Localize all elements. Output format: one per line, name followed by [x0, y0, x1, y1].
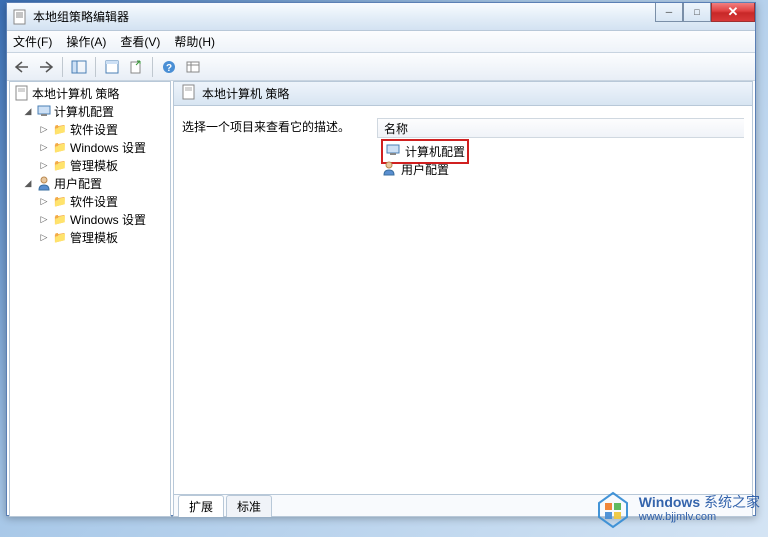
tree-admin-templates[interactable]: ▷ 📁 管理模板 [10, 156, 170, 174]
app-window: 本地组策略编辑器 ─ □ ✕ 文件(F) 操作(A) 查看(V) 帮助(H) ?… [6, 2, 756, 516]
watermark-line2: www.bjjmlv.com [639, 511, 760, 524]
forward-button[interactable] [35, 56, 57, 78]
show-hide-tree-button[interactable] [68, 56, 90, 78]
watermark-line1: Windows 系统之家 [639, 494, 760, 511]
expand-icon[interactable]: ▷ [38, 123, 50, 135]
toolbar: ? [7, 53, 755, 81]
folder-icon: 📁 [52, 157, 68, 173]
svg-text:?: ? [166, 63, 172, 74]
menu-help[interactable]: 帮助(H) [174, 33, 215, 50]
window-title: 本地组策略编辑器 [33, 8, 129, 25]
list-item-label: 计算机配置 [405, 143, 465, 160]
list-item-computer-config[interactable]: 计算机配置 [377, 142, 744, 160]
tab-standard[interactable]: 标准 [226, 495, 272, 517]
tree-computer-config[interactable]: ◢ 计算机配置 [10, 102, 170, 120]
watermark: Windows 系统之家 www.bjjmlv.com [593, 489, 760, 529]
tree-user-config[interactable]: ◢ 用户配置 [10, 174, 170, 192]
document-icon [182, 84, 196, 103]
tree-admin-templates-user[interactable]: ▷ 📁 管理模板 [10, 228, 170, 246]
help-button[interactable]: ? [158, 56, 180, 78]
folder-icon: 📁 [52, 193, 68, 209]
tree-label: 用户配置 [54, 175, 102, 192]
list-item-label: 用户配置 [401, 161, 449, 178]
folder-icon: 📁 [52, 139, 68, 155]
properties-button[interactable] [101, 56, 123, 78]
maximize-button[interactable]: □ [683, 3, 711, 22]
column-label: 名称 [384, 120, 408, 137]
details-header-title: 本地计算机 策略 [202, 85, 289, 102]
expand-icon[interactable]: ▷ [38, 141, 50, 153]
details-panel: 本地计算机 策略 选择一个项目来查看它的描述。 名称 计算机配置 [173, 81, 753, 517]
column-header-name[interactable]: 名称 [377, 118, 744, 138]
user-icon [381, 160, 397, 179]
tree-windows-settings[interactable]: ▷ 📁 Windows 设置 [10, 138, 170, 156]
toolbar-separator [95, 57, 96, 77]
tab-label: 标准 [237, 500, 261, 514]
menu-action[interactable]: 操作(A) [66, 33, 106, 50]
list-item-user-config[interactable]: 用户配置 [377, 160, 744, 178]
user-icon [36, 175, 52, 191]
description-pane: 选择一个项目来查看它的描述。 [182, 118, 377, 486]
titlebar: 本地组策略编辑器 ─ □ ✕ [7, 3, 755, 31]
export-button[interactable] [125, 56, 147, 78]
expand-icon[interactable]: ▷ [38, 213, 50, 225]
details-header: 本地计算机 策略 [174, 82, 752, 106]
collapse-icon[interactable]: ◢ [22, 105, 34, 117]
close-button[interactable]: ✕ [711, 3, 755, 22]
tree-panel[interactable]: 本地计算机 策略 ◢ 计算机配置 ▷ 📁 软件设置 ▷ 📁 Windows 设置 [9, 81, 171, 517]
watermark-text: Windows 系统之家 www.bjjmlv.com [639, 494, 760, 524]
tree-label: Windows 设置 [70, 211, 146, 228]
items-pane: 名称 计算机配置 用户配置 [377, 118, 744, 486]
folder-icon: 📁 [52, 229, 68, 245]
toolbar-separator [62, 57, 63, 77]
menu-file[interactable]: 文件(F) [13, 33, 52, 50]
tab-label: 扩展 [189, 500, 213, 514]
tree-root-item[interactable]: 本地计算机 策略 [10, 84, 170, 102]
computer-icon [385, 142, 401, 161]
tab-extended[interactable]: 扩展 [178, 495, 224, 517]
folder-icon: 📁 [52, 211, 68, 227]
details-body: 选择一个项目来查看它的描述。 名称 计算机配置 用户配置 [174, 106, 752, 494]
back-button[interactable] [11, 56, 33, 78]
tree-windows-settings-user[interactable]: ▷ 📁 Windows 设置 [10, 210, 170, 228]
computer-icon [36, 103, 52, 119]
tree-software-settings[interactable]: ▷ 📁 软件设置 [10, 120, 170, 138]
window-controls: ─ □ ✕ [655, 3, 755, 22]
tree-label: 管理模板 [70, 157, 118, 174]
expand-icon[interactable]: ▷ [38, 195, 50, 207]
collapse-icon[interactable]: ◢ [22, 177, 34, 189]
folder-icon: 📁 [52, 121, 68, 137]
expand-icon[interactable]: ▷ [38, 159, 50, 171]
tree-label: 软件设置 [70, 193, 118, 210]
tree-label: 本地计算机 策略 [32, 85, 119, 102]
tree-label: 管理模板 [70, 229, 118, 246]
app-icon [13, 9, 29, 25]
expand-icon[interactable]: ▷ [38, 231, 50, 243]
toolbar-separator [152, 57, 153, 77]
menu-view[interactable]: 查看(V) [120, 33, 160, 50]
document-icon [14, 85, 30, 101]
instruction-text: 选择一个项目来查看它的描述。 [182, 120, 350, 134]
tree-root-container: 本地计算机 策略 ◢ 计算机配置 ▷ 📁 软件设置 ▷ 📁 Windows 设置 [10, 82, 170, 248]
tree-label: 软件设置 [70, 121, 118, 138]
tree-label: Windows 设置 [70, 139, 146, 156]
minimize-button[interactable]: ─ [655, 3, 683, 22]
tree-software-settings-user[interactable]: ▷ 📁 软件设置 [10, 192, 170, 210]
content-area: 本地计算机 策略 ◢ 计算机配置 ▷ 📁 软件设置 ▷ 📁 Windows 设置 [7, 81, 755, 517]
filter-button[interactable] [182, 56, 204, 78]
menubar: 文件(F) 操作(A) 查看(V) 帮助(H) [7, 31, 755, 53]
tree-label: 计算机配置 [54, 103, 114, 120]
watermark-logo-icon [593, 489, 633, 529]
